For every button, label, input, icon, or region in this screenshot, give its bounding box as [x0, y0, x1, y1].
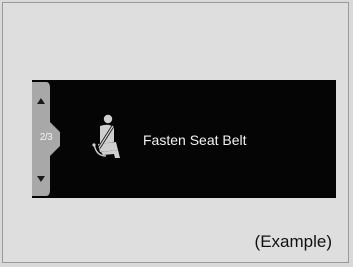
- illustration-frame: 2/3 Fasten Seat Belt (Example): [2, 2, 349, 263]
- page-indicator: 2/3: [39, 132, 53, 143]
- warning-message: Fasten Seat Belt: [143, 132, 247, 148]
- page-scroll-tab[interactable]: 2/3: [32, 80, 62, 198]
- scroll-up-icon[interactable]: [37, 98, 45, 104]
- scroll-down-icon[interactable]: [37, 176, 45, 182]
- seat-belt-icon: [92, 114, 120, 158]
- instrument-display: 2/3 Fasten Seat Belt: [32, 80, 336, 198]
- example-caption: (Example): [254, 232, 332, 251]
